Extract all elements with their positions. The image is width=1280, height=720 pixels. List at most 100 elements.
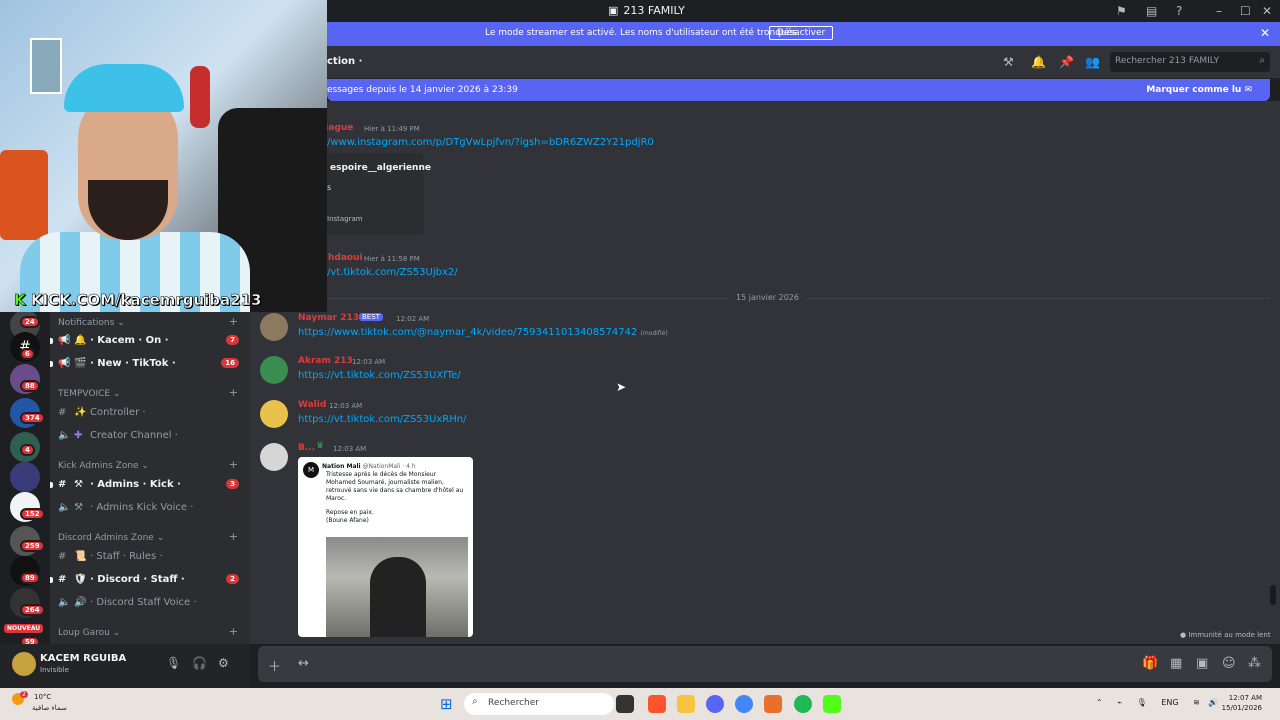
streamer-mode-text: Le mode streamer est activé. Les noms d'…: [485, 28, 800, 38]
username[interactable]: KACEM RGUIBA: [40, 653, 126, 664]
channel-admins-kick[interactable]: # ⚒ · Admins · Kick · 3: [58, 479, 243, 490]
taskbar-clock[interactable]: 12:07 AM 15/01/2026: [1222, 693, 1262, 713]
members-icon[interactable]: 👥: [1085, 55, 1100, 69]
message-link[interactable]: https://vt.tiktok.com/ZS53UXfTe/: [298, 370, 461, 381]
channel-staff-rules[interactable]: # 📜 · Staff · Rules ·: [58, 551, 243, 562]
gear-icon[interactable]: ⚙: [218, 656, 229, 670]
activities-icon[interactable]: ⁂: [1248, 656, 1261, 671]
app-icon[interactable]: [764, 695, 782, 713]
add-channel-icon[interactable]: +: [229, 386, 238, 399]
plus-icon[interactable]: ＋: [268, 656, 281, 675]
screen-icon[interactable]: ▤: [1146, 4, 1157, 18]
bell-icon[interactable]: 🔔: [1031, 55, 1046, 69]
message-author[interactable]: hdaoui: [328, 253, 363, 263]
unread-indicator: [50, 577, 53, 583]
channel-new-tiktok[interactable]: 📢 🎬 · New · TikTok · 16: [58, 358, 243, 369]
sticker-icon[interactable]: ▣: [1196, 656, 1208, 671]
disable-streamer-button[interactable]: Désactiver: [769, 26, 834, 40]
message-link[interactable]: /www.instagram.com/p/DTgVwLpjfvn/?igsh=b…: [327, 137, 654, 148]
add-channel-icon[interactable]: +: [229, 625, 238, 638]
gift-icon[interactable]: 🎁: [1142, 656, 1158, 671]
category-loup-garou[interactable]: Loup Garou ⌄: [58, 628, 120, 638]
apps-icon[interactable]: ↔: [298, 656, 309, 671]
category-kick-admins[interactable]: Kick Admins Zone ⌄: [58, 461, 149, 471]
message-time: 12:03 AM: [329, 402, 363, 410]
mark-read-button[interactable]: Marquer comme lu ✉: [1146, 85, 1252, 95]
emoji-icon[interactable]: ☺: [1222, 656, 1236, 671]
avatar[interactable]: [260, 356, 288, 384]
brave-icon[interactable]: [648, 695, 666, 713]
channel-creator[interactable]: 🔈 ✚ Creator Channel ·: [58, 430, 243, 441]
discord-icon[interactable]: [706, 695, 724, 713]
message-link[interactable]: https://www.tiktok.com/@naymar_4k/video/…: [298, 327, 668, 338]
message-author[interactable]: Walid: [298, 400, 326, 410]
chrome-icon[interactable]: [735, 695, 753, 713]
server-badge: 89: [20, 572, 40, 584]
taskbar-search[interactable]: ⌕ Rechercher: [464, 693, 614, 715]
slowmode-immunity: ● Immunité au mode lent: [1180, 631, 1271, 639]
category-discord-admins[interactable]: Discord Admins Zone ⌄: [58, 533, 164, 543]
system-tray[interactable]: ⌃ ⌁ 🎙 ENG ≋ 🔊: [1096, 698, 1218, 707]
channel-discord-staff-voice[interactable]: 🔈 🔊 · Discord Staff Voice ·: [58, 597, 243, 608]
speaker-icon: 🔈: [58, 597, 71, 608]
server-icon[interactable]: [10, 462, 40, 492]
close-icon[interactable]: ✕: [1260, 26, 1270, 40]
avatar[interactable]: [260, 400, 288, 428]
message-composer[interactable]: ＋ ↔ 🎁 ▦ ▣ ☺ ⁂: [258, 646, 1272, 682]
minimize-icon[interactable]: –: [1216, 4, 1222, 18]
date-divider-label: 15 janvier 2026: [730, 293, 805, 302]
chat-scrollbar[interactable]: [1270, 585, 1276, 605]
server-badge: 24: [20, 316, 40, 328]
channel-discord-staff[interactable]: # 🛡 · Discord · Staff · 2: [58, 574, 243, 585]
search-input[interactable]: Rechercher 213 FAMILY ⌕: [1110, 52, 1270, 72]
avatar[interactable]: [260, 313, 288, 341]
streamer-mode-banner: Le mode streamer est activé. Les noms d'…: [327, 22, 1280, 46]
loudspeaker-emoji: 🔊: [74, 597, 87, 608]
channel-kacem-on[interactable]: 📢 🔔 · Kacem · On · 7: [58, 335, 243, 346]
chevron-up-icon[interactable]: ⌃: [1096, 698, 1103, 707]
mention-count: 7: [226, 335, 239, 345]
chat-area[interactable]: Jague Hier à 11:49 PM /www.instagram.com…: [250, 101, 1280, 644]
unread-indicator: [50, 361, 53, 367]
category-tempvoice[interactable]: TEMPVOICE ⌄: [58, 389, 121, 399]
kick-icon[interactable]: [823, 695, 841, 713]
spotify-icon[interactable]: [794, 695, 812, 713]
search-icon: ⌕: [1259, 55, 1265, 66]
message-link[interactable]: https://vt.tiktok.com/ZS53UxRHn/: [298, 414, 466, 425]
headphones-icon[interactable]: 🎧: [192, 656, 207, 670]
weather-widget[interactable]: 2 10°C سماء صافية: [12, 691, 67, 712]
gif-icon[interactable]: ▦: [1170, 656, 1182, 671]
message-link[interactable]: /vt.tiktok.com/ZS53Ujbx2/: [327, 267, 458, 278]
close-icon[interactable]: ✕: [1262, 4, 1272, 18]
task-view-icon[interactable]: [616, 695, 634, 713]
windows-start-icon[interactable]: ⊞: [440, 695, 453, 713]
tweet-image[interactable]: M Nation Mali @NationMali · 4 h Tristess…: [298, 457, 473, 637]
embed-text: s: [327, 183, 332, 192]
maximize-icon[interactable]: ☐: [1240, 4, 1251, 18]
add-channel-icon[interactable]: +: [229, 315, 238, 328]
file-explorer-icon[interactable]: [677, 695, 695, 713]
threads-icon[interactable]: ⚒: [1003, 55, 1014, 69]
inbox-icon[interactable]: ⚑: [1116, 4, 1127, 18]
embed-title[interactable]: espoire__algerienne: [330, 163, 431, 173]
unread-indicator: [50, 338, 53, 344]
message-author[interactable]: B...: [298, 443, 315, 453]
avatar[interactable]: [260, 443, 288, 471]
nation-mali-logo: M: [303, 462, 319, 478]
channel-admins-kick-voice[interactable]: 🔈 ⚒ · Admins Kick Voice ·: [58, 502, 243, 513]
instagram-embed[interactable]: espoire__algerienne s Instagram: [327, 153, 431, 235]
add-channel-icon[interactable]: +: [229, 530, 238, 543]
tools-emoji: ⚒: [74, 479, 83, 490]
avatar[interactable]: [12, 652, 36, 676]
channel-controller[interactable]: # ✨ Controller ·: [58, 407, 243, 418]
add-channel-icon[interactable]: +: [229, 458, 238, 471]
help-icon[interactable]: ?: [1176, 4, 1182, 18]
message-author[interactable]: Naymar 213: [298, 313, 359, 323]
message-author[interactable]: Jague: [325, 123, 353, 133]
channel-header: ction · ⚒ 🔔 📌 👥 Rechercher 213 FAMILY ⌕: [327, 46, 1280, 79]
microphone-icon[interactable]: 🎙: [166, 656, 181, 670]
new-messages-bar[interactable]: essages depuis le 14 janvier 2026 à 23:3…: [327, 79, 1270, 101]
pin-icon[interactable]: 📌: [1059, 55, 1074, 69]
message-author[interactable]: Akram 213: [298, 356, 353, 366]
category-notifications[interactable]: Notifications ⌄: [58, 318, 125, 328]
